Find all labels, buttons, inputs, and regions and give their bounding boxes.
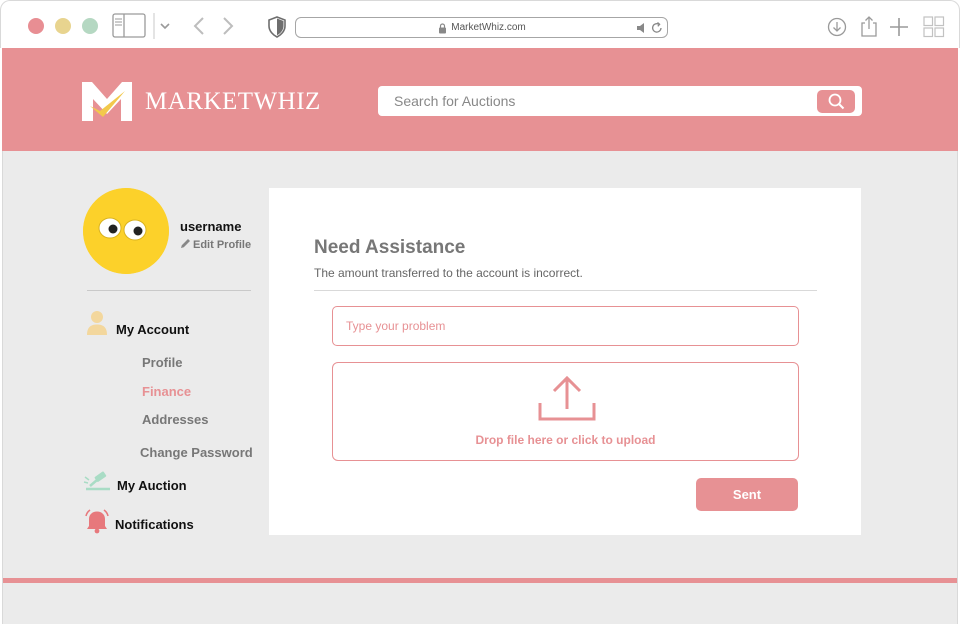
emoji-eyes-icon — [83, 188, 169, 274]
search-icon — [828, 93, 845, 110]
assistance-title: Need Assistance — [314, 237, 466, 258]
sidebar-item-notifications[interactable]: Notifications — [115, 517, 194, 532]
username-label: username — [180, 219, 242, 234]
url-bar[interactable]: MarketWhiz.com — [295, 17, 668, 38]
sidebar-item-addresses[interactable]: Addresses — [142, 412, 208, 427]
assistance-card: Need Assistance The amount transferred t… — [269, 188, 861, 535]
maximize-window-button[interactable] — [82, 18, 98, 34]
search-bar — [378, 86, 862, 116]
close-window-button[interactable] — [28, 18, 44, 34]
assistance-subtitle: The amount transferred to the account is… — [314, 266, 583, 280]
avatar[interactable] — [83, 188, 169, 274]
speaker-icon[interactable] — [636, 22, 648, 34]
chevron-down-icon[interactable] — [152, 13, 176, 39]
browser-chrome: MarketWhiz.com — [0, 0, 960, 48]
minimize-window-button[interactable] — [55, 18, 71, 34]
upload-icon — [538, 375, 596, 421]
search-input[interactable] — [394, 91, 814, 111]
user-icon — [87, 311, 107, 335]
file-upload-dropzone[interactable]: Drop file here or click to upload — [332, 362, 799, 461]
footer-divider — [3, 578, 957, 583]
edit-profile-link[interactable]: Edit Profile — [180, 238, 251, 251]
brand-name[interactable]: MARKETWHIZ — [145, 88, 321, 116]
marketwhiz-logo-icon[interactable] — [81, 79, 137, 123]
tab-overview-icon[interactable] — [923, 16, 945, 38]
problem-input[interactable] — [332, 306, 799, 346]
share-icon[interactable] — [860, 15, 878, 37]
sidebar-item-my-auction[interactable]: My Auction — [117, 478, 187, 493]
sidebar-divider — [87, 290, 251, 291]
bell-icon — [85, 509, 109, 534]
forward-arrow-icon[interactable] — [220, 16, 236, 36]
sidebar-item-change-password[interactable]: Change Password — [140, 445, 253, 460]
site-header: MARKETWHIZ — [2, 48, 958, 151]
search-button[interactable] — [817, 90, 855, 113]
sidebar-item-my-account[interactable]: My Account — [116, 322, 189, 337]
new-tab-plus-icon[interactable] — [889, 17, 909, 37]
shield-icon[interactable] — [267, 16, 287, 38]
sidebar-toggle-icon[interactable] — [112, 13, 146, 39]
page-body: username Edit Profile My Account Profile… — [2, 151, 958, 624]
sidebar-item-finance[interactable]: Finance — [142, 384, 191, 399]
pencil-icon — [181, 239, 190, 248]
back-arrow-icon[interactable] — [191, 16, 207, 36]
reload-icon[interactable] — [651, 21, 663, 35]
send-button[interactable]: Sent — [696, 478, 798, 511]
download-icon[interactable] — [827, 17, 847, 37]
edit-profile-label: Edit Profile — [193, 239, 252, 251]
sidebar-item-profile[interactable]: Profile — [142, 355, 182, 370]
url-text: MarketWhiz.com — [451, 22, 526, 33]
auction-gavel-icon — [83, 471, 110, 491]
upload-label: Drop file here or click to upload — [475, 433, 656, 447]
card-divider — [314, 290, 817, 291]
